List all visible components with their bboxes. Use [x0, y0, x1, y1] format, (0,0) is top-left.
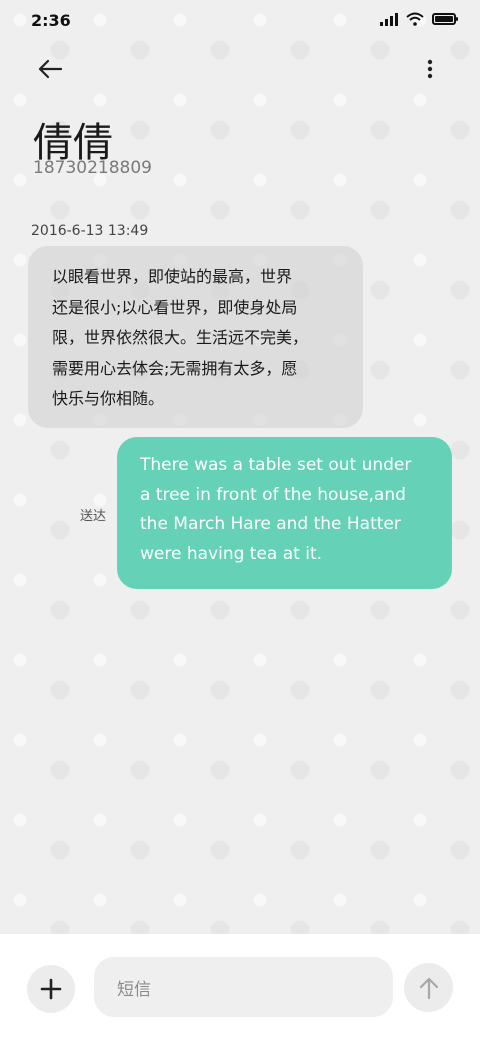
message-timestamp: 2016-6-13 13:49: [31, 223, 149, 239]
delivery-status: 送达: [80, 509, 107, 524]
plus-icon: [40, 978, 62, 1000]
message-line: 还是很小;以心看世界，即使身处局: [52, 297, 298, 317]
message-line: 以眼看世界，即使站的最高，世界: [52, 267, 293, 286]
outgoing-message-bubble[interactable]: There was a table set out under a tree i…: [117, 437, 452, 589]
message-line: the March Hare and the Hatter: [140, 514, 401, 534]
status-time: 2:36: [31, 11, 71, 30]
back-button[interactable]: [30, 52, 70, 86]
incoming-message-bubble[interactable]: 以眼看世界，即使站的最高，世界 还是很小;以心看世界，即使身处局 限，世界依然很…: [28, 246, 363, 428]
send-button[interactable]: [404, 963, 453, 1012]
battery-fill: [435, 16, 453, 22]
status-icons: [380, 12, 458, 26]
more-options-button[interactable]: [414, 52, 446, 86]
message-line: 需要用心去体会;无需拥有太多，愿: [52, 358, 298, 378]
more-vertical-icon: [427, 59, 433, 79]
arrow-left-icon: [38, 59, 63, 79]
wifi-icon: [406, 12, 424, 26]
arrow-up-icon: [419, 977, 438, 999]
status-bar: 2:36: [0, 0, 480, 40]
message-line: a tree in front of the house,and: [140, 484, 406, 505]
message-line: 限，世界依然很大。生活远不完美，: [52, 328, 309, 347]
signal-icon: [380, 12, 398, 26]
message-input-placeholder: 短信: [117, 979, 151, 1000]
battery-icon: [432, 13, 458, 25]
contact-number: 18730218809: [33, 158, 152, 178]
add-attachment-button[interactable]: [27, 965, 75, 1013]
message-line: 快乐与你相随。: [52, 389, 165, 408]
message-line: were having tea at it.: [140, 543, 323, 564]
message-input[interactable]: 短信: [94, 957, 393, 1017]
message-line: There was a table set out under: [140, 455, 412, 475]
